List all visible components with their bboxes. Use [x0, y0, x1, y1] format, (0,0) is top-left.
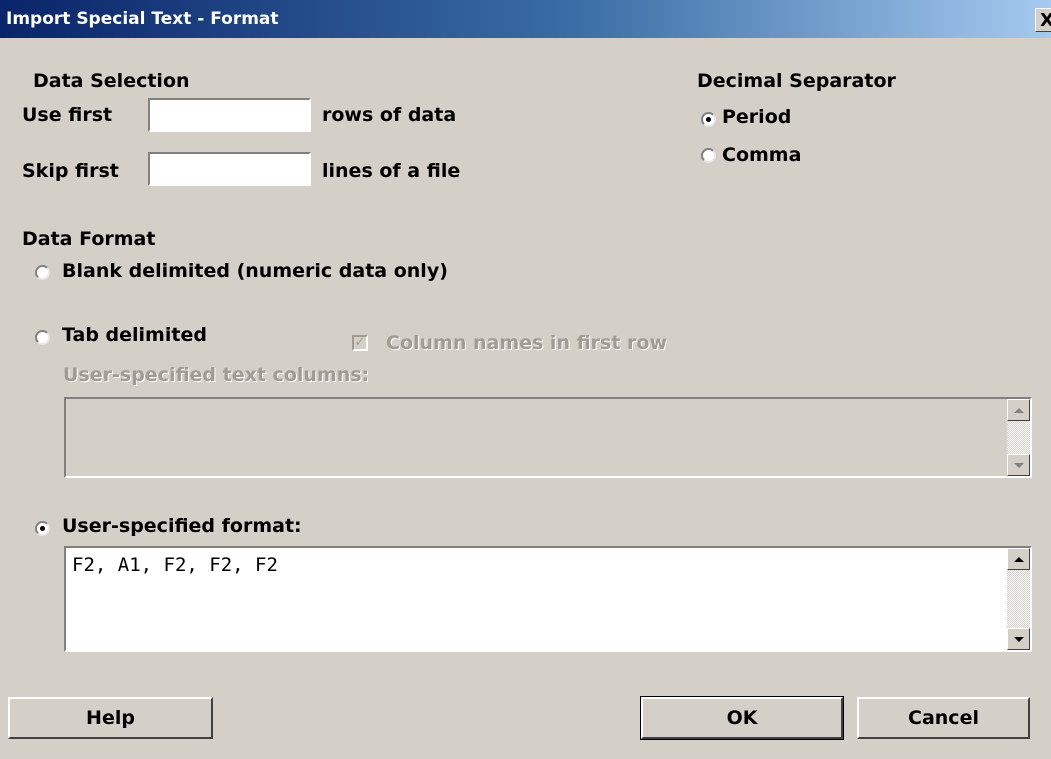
scroll-down-button[interactable]: [1007, 628, 1030, 650]
blank-delimited-radio[interactable]: [35, 265, 50, 280]
skip-first-label: Skip first: [22, 160, 119, 182]
use-first-input[interactable]: [148, 98, 311, 132]
scroll-up-button[interactable]: [1007, 548, 1030, 570]
user-format-radio-dot: [40, 526, 45, 531]
decimal-separator-heading: Decimal Separator: [697, 70, 896, 92]
title-bar: Import Special Text - Format X: [0, 0, 1051, 38]
user-format-textarea[interactable]: F2, A1, F2, F2, F2: [64, 546, 1032, 652]
column-names-label: Column names in first row: [386, 332, 668, 354]
close-button[interactable]: X: [1035, 8, 1051, 32]
lines-of-file-label: lines of a file: [322, 160, 461, 182]
scroll-down-button[interactable]: [1007, 454, 1030, 476]
help-button[interactable]: Help: [8, 697, 213, 739]
arrow-down-icon: [1014, 463, 1024, 468]
text-columns-textarea[interactable]: [64, 397, 1032, 478]
window-title: Import Special Text - Format: [6, 9, 279, 29]
user-format-radio[interactable]: [35, 521, 50, 536]
period-radio[interactable]: [701, 112, 716, 127]
arrow-down-icon: [1014, 637, 1024, 642]
comma-radio[interactable]: [701, 148, 716, 163]
data-format-heading: Data Format: [22, 228, 156, 250]
arrow-up-icon: [1014, 408, 1024, 413]
ok-button[interactable]: OK: [640, 696, 844, 740]
user-format-scrollbar[interactable]: [1007, 548, 1030, 650]
use-first-label: Use first: [22, 104, 113, 126]
user-format-value: F2, A1, F2, F2, F2: [72, 554, 278, 576]
period-label: Period: [722, 106, 792, 128]
period-radio-dot: [706, 117, 711, 122]
arrow-up-icon: [1014, 557, 1024, 562]
text-columns-scrollbar[interactable]: [1007, 399, 1030, 476]
scroll-up-button[interactable]: [1007, 399, 1030, 421]
column-names-checkbox[interactable]: ✓: [352, 335, 368, 351]
blank-delimited-label: Blank delimited (numeric data only): [62, 260, 448, 282]
tab-delimited-radio[interactable]: [35, 330, 50, 345]
data-selection-heading: Data Selection: [33, 70, 190, 92]
comma-label: Comma: [722, 144, 802, 166]
tab-delimited-label: Tab delimited: [62, 324, 207, 346]
cancel-button[interactable]: Cancel: [857, 697, 1030, 739]
skip-first-input[interactable]: [148, 152, 311, 186]
text-columns-label: User-specified text columns:: [63, 364, 370, 386]
rows-of-data-label: rows of data: [322, 104, 457, 126]
user-format-label: User-specified format:: [62, 515, 302, 537]
